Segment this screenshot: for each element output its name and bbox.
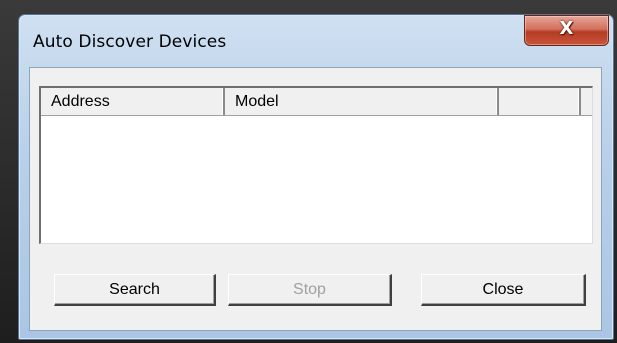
close-button[interactable]: Close	[421, 274, 586, 306]
window-title: Auto Discover Devices	[33, 32, 227, 52]
dialog-client-area: Address Model Search Stop Close	[29, 67, 602, 331]
title-bar[interactable]: Auto Discover Devices X	[19, 15, 613, 55]
stop-button: Stop	[228, 274, 392, 306]
search-button[interactable]: Search	[54, 274, 216, 306]
dialog-window: Auto Discover Devices X Address Model Se…	[18, 14, 614, 340]
close-icon: X	[559, 18, 574, 39]
column-header-empty[interactable]	[499, 88, 581, 115]
device-list[interactable]: Address Model	[39, 86, 593, 244]
desktop-background: Auto Discover Devices X Address Model Se…	[0, 0, 617, 343]
column-header-model[interactable]: Model	[225, 88, 499, 115]
column-header-address[interactable]: Address	[41, 88, 225, 115]
window-close-button[interactable]: X	[524, 15, 609, 46]
list-header: Address Model	[41, 88, 592, 116]
list-body[interactable]	[41, 116, 592, 243]
